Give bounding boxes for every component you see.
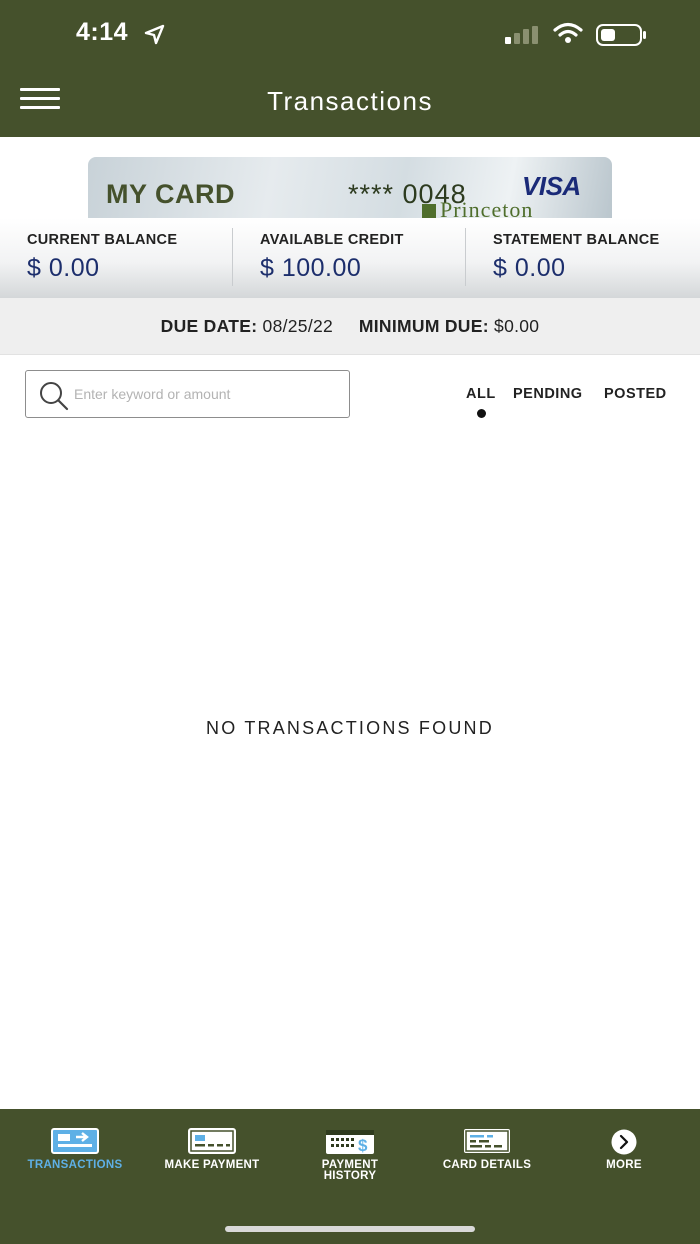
- minimum-due-label: MINIMUM DUE:: [358, 316, 489, 336]
- nav-more-label: MORE: [606, 1159, 642, 1171]
- status-time: 4:14: [76, 18, 129, 46]
- nav-card-details[interactable]: CARD DETAILS: [417, 1109, 557, 1209]
- issuer-mark-icon: [422, 204, 436, 218]
- search-icon: [40, 382, 69, 411]
- available-credit-value: $ 100.00: [260, 254, 362, 282]
- nav-transactions[interactable]: TRANSACTIONS: [5, 1109, 145, 1209]
- filter-tab-pending[interactable]: PENDING: [513, 386, 583, 402]
- due-date-label: DUE DATE:: [160, 316, 258, 336]
- nav-make-payment-label: MAKE PAYMENT: [164, 1159, 260, 1171]
- card-details-icon: [464, 1129, 510, 1153]
- due-info-bar: DUE DATE: 08/25/22 MINIMUM DUE: $0.00: [0, 298, 700, 355]
- divider: [465, 228, 466, 286]
- divider: [232, 228, 233, 286]
- statement-balance: STATEMENT BALANCE $ 0.00: [493, 232, 659, 283]
- empty-state-message: NO TRANSACTIONS FOUND: [206, 718, 494, 738]
- search-box[interactable]: [25, 370, 350, 418]
- statement-balance-value: $ 0.00: [493, 254, 566, 282]
- available-credit: AVAILABLE CREDIT $ 100.00: [260, 232, 404, 283]
- nav-card-details-label: CARD DETAILS: [442, 1159, 532, 1171]
- nav-payment-history-label-line2: HISTORY: [323, 1170, 377, 1182]
- app-header: 4:14 Transactions: [0, 0, 700, 137]
- payment-history-icon: $: [326, 1130, 374, 1155]
- due-date-value: 08/25/22: [262, 316, 334, 336]
- nav-more[interactable]: MORE: [554, 1109, 694, 1209]
- available-credit-label: AVAILABLE CREDIT: [260, 232, 404, 248]
- home-indicator[interactable]: [225, 1226, 475, 1232]
- current-balance-value: $ 0.00: [27, 254, 100, 282]
- chevron-right-circle-icon: [611, 1129, 637, 1155]
- cellular-signal-icon: [505, 26, 538, 44]
- search-input[interactable]: [74, 383, 334, 405]
- nav-payment-history[interactable]: $ PAYMENT HISTORY: [280, 1109, 420, 1209]
- issuer-logo: Princeton: [422, 197, 533, 218]
- location-arrow-icon: [144, 24, 165, 45]
- statement-balance-label: STATEMENT BALANCE: [493, 232, 660, 248]
- nav-make-payment[interactable]: MAKE PAYMENT: [142, 1109, 282, 1209]
- transactions-icon: [51, 1128, 99, 1154]
- page-title: Transactions: [267, 86, 433, 116]
- wifi-icon: [553, 22, 583, 43]
- battery-icon: [596, 24, 646, 46]
- selected-filter-indicator: [477, 409, 486, 418]
- nav-payment-history-label: PAYMENT HISTORY: [280, 1159, 420, 1182]
- card-name: MY CARD: [106, 179, 236, 209]
- filter-tab-all[interactable]: ALL: [466, 386, 496, 402]
- bottom-nav: TRANSACTIONS MAKE PAYMENT $ PAYMENT HISTO…: [0, 1109, 700, 1244]
- issuer-name: Princeton: [440, 197, 534, 218]
- balances-panel: CURRENT BALANCE $ 0.00 AVAILABLE CREDIT …: [0, 218, 700, 298]
- card-image: MY CARD **** 0048 VISA Princeton: [88, 157, 612, 218]
- nav-transactions-label: TRANSACTIONS: [27, 1159, 123, 1171]
- filter-tab-posted[interactable]: POSTED: [604, 386, 667, 402]
- svg-text:$: $: [358, 1136, 368, 1155]
- current-balance: CURRENT BALANCE $ 0.00: [27, 232, 177, 283]
- payment-card-icon: [188, 1128, 236, 1154]
- current-balance-label: CURRENT BALANCE: [27, 232, 178, 248]
- minimum-due-value: $0.00: [494, 316, 540, 336]
